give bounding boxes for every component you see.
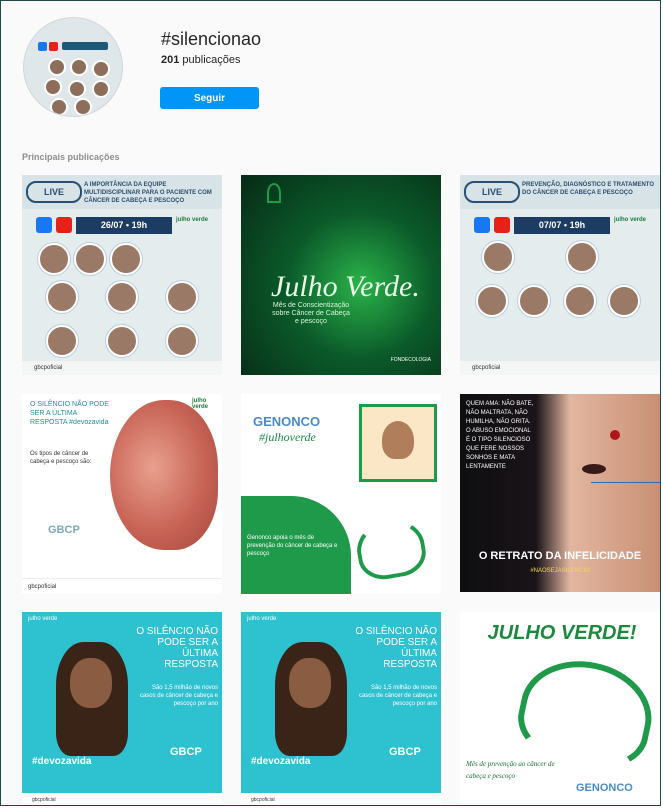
avatar-face — [70, 58, 88, 76]
youtube-icon — [56, 217, 72, 233]
post-footer: gbcpoficial — [241, 793, 441, 805]
speaker-photo — [38, 243, 70, 275]
eye-detail — [582, 464, 606, 474]
post-footer: gbcpoficial — [22, 361, 222, 375]
post-script-title: #julhoverde — [259, 430, 316, 444]
facebook-icon — [38, 42, 47, 51]
post-body: Genonco apoia o mês de prevenção do cânc… — [247, 535, 338, 557]
speaker-photo — [476, 285, 508, 317]
avatar-face — [48, 58, 66, 76]
hashtag-page: #silencionao 201 publicações Seguir Prin… — [0, 0, 661, 806]
julho-verde-badge: julho verde — [614, 217, 647, 223]
post-headline: PREVENÇÃO, DIAGNÓSTICO E TRATAMENTO DO C… — [522, 182, 655, 196]
post-tile[interactable]: O SILÊNCIO NÃO PODE SER A ÚLTIMA RESPOST… — [22, 394, 222, 594]
post-tile[interactable]: Julho Verde. Mês de Conscientização sobr… — [241, 175, 441, 375]
anatomy-illustration — [110, 400, 218, 550]
avatar-face — [44, 78, 62, 96]
post-brand: FONDECOLOGIA — [390, 357, 431, 363]
post-tile[interactable]: JULHO VERDE! Mês de prevenção ao câncer … — [460, 612, 660, 805]
julho-verde-badge: julho verde — [247, 616, 277, 622]
post-text: QUEM AMA: NÃO BATE, NÃO MALTRATA, NÃO HU… — [466, 401, 534, 470]
speaker-photo — [46, 281, 78, 313]
post-footer: gbcpoficial — [22, 578, 222, 594]
post-date: 07/07 • 19h — [514, 217, 610, 234]
speaker-photo — [106, 325, 138, 357]
post-subtitle: Mês de Conscientização sobre Câncer de C… — [272, 302, 350, 325]
facebook-icon — [474, 217, 490, 233]
avatar-face — [50, 98, 68, 116]
speaker-photo — [518, 285, 550, 317]
julho-verde-badge: julho verde — [176, 217, 209, 223]
youtube-icon — [494, 217, 510, 233]
live-badge: LIVE — [26, 181, 82, 203]
post-description: Mês de prevenção ao câncer de cabeça e p… — [466, 760, 555, 780]
post-stat: São 1,5 milhão de novos casos de câncer … — [139, 685, 218, 707]
post-headline: A IMPORTÂNCIA DA EQUIPE MULTIDISCIPLINAR… — [84, 182, 212, 204]
genonco-logo: GENONCO — [253, 414, 321, 429]
post-title: JULHO VERDE! — [487, 622, 637, 644]
post-tile[interactable]: julho verde O SILÊNCIO NÃO PODE SER A ÚL… — [241, 612, 441, 805]
post-footer: gbcpoficial — [460, 361, 660, 375]
face — [382, 421, 414, 459]
speaker-photo — [110, 243, 142, 275]
portrait-face — [289, 658, 331, 708]
profile-photo — [359, 404, 437, 482]
speaker-photo — [564, 285, 596, 317]
post-hashtag: #devozavida — [32, 756, 92, 767]
speaker-photo — [166, 325, 198, 357]
post-headline: O SILÊNCIO NÃO PODE SER A ÚLTIMA RESPOST… — [136, 626, 218, 670]
org-logo: GBCP — [170, 746, 202, 758]
post-hashtag: #devozavida — [251, 756, 311, 767]
post-body: Os tipos de câncer de cabeça e pescoço s… — [30, 451, 92, 465]
hashtag-avatar — [23, 17, 123, 117]
post-footer: gbcpoficial — [22, 793, 222, 805]
speaker-photo — [106, 281, 138, 313]
post-hashtag: #NAOSEJASILENCIO — [530, 568, 590, 574]
post-headline: O SILÊNCIO NÃO PODE SER A ÚLTIMA RESPOST… — [355, 626, 437, 670]
hashtag-title: #silencionao — [161, 29, 262, 49]
post-count: 201 publicações — [161, 54, 241, 66]
speaker-photo — [166, 281, 198, 313]
live-badge: LIVE — [464, 181, 520, 203]
post-tile[interactable]: QUEM AMA: NÃO BATE, NÃO MALTRATA, NÃO HU… — [460, 394, 660, 592]
facebook-icon — [36, 217, 52, 233]
post-tile[interactable]: GENONCO #julhoverde Genonco apoia o mês … — [241, 394, 441, 594]
wound-mark — [610, 430, 620, 440]
post-stat: São 1,5 milhão de novos casos de câncer … — [358, 685, 437, 707]
heart-ribbon-icon — [352, 514, 430, 584]
annotation-line — [591, 482, 660, 483]
avatar-face — [68, 80, 86, 98]
speaker-photo — [482, 241, 514, 273]
youtube-icon — [49, 42, 58, 51]
post-count-label: publicações — [182, 54, 241, 66]
post-title: Julho Verde. — [271, 270, 420, 303]
post-tile[interactable]: LIVE A IMPORTÂNCIA DA EQUIPE MULTIDISCIP… — [22, 175, 222, 375]
genonco-logo: GENONCO — [576, 782, 633, 794]
post-headline: O RETRATO DA INFELICIDADE — [478, 550, 642, 562]
avatar-face — [92, 80, 110, 98]
post-headline: O SILÊNCIO NÃO PODE SER A ÚLTIMA RESPOST… — [30, 401, 109, 426]
speaker-photo — [46, 325, 78, 357]
post-count-number: 201 — [161, 54, 180, 66]
avatar-face — [92, 60, 110, 78]
top-posts-label: Principais publicações — [22, 152, 120, 162]
follow-button[interactable]: Seguir — [160, 87, 259, 109]
ribbon-icon — [267, 183, 281, 203]
speaker-photo — [608, 285, 640, 317]
post-tile[interactable]: LIVE PREVENÇÃO, DIAGNÓSTICO E TRATAMENTO… — [460, 175, 660, 375]
julho-verde-badge: julho verde — [28, 616, 58, 622]
post-date: 26/07 • 19h — [76, 217, 172, 234]
speaker-photo — [566, 241, 598, 273]
org-logo: GBCP — [389, 746, 421, 758]
date-bar — [62, 42, 108, 50]
julho-verde-badge: julho verde — [192, 398, 209, 410]
speaker-photo — [74, 243, 106, 275]
org-logo: GBCP — [48, 524, 80, 536]
avatar-face — [74, 98, 92, 116]
portrait-face — [70, 658, 112, 708]
post-tile[interactable]: julho verde O SILÊNCIO NÃO PODE SER A ÚL… — [22, 612, 222, 805]
